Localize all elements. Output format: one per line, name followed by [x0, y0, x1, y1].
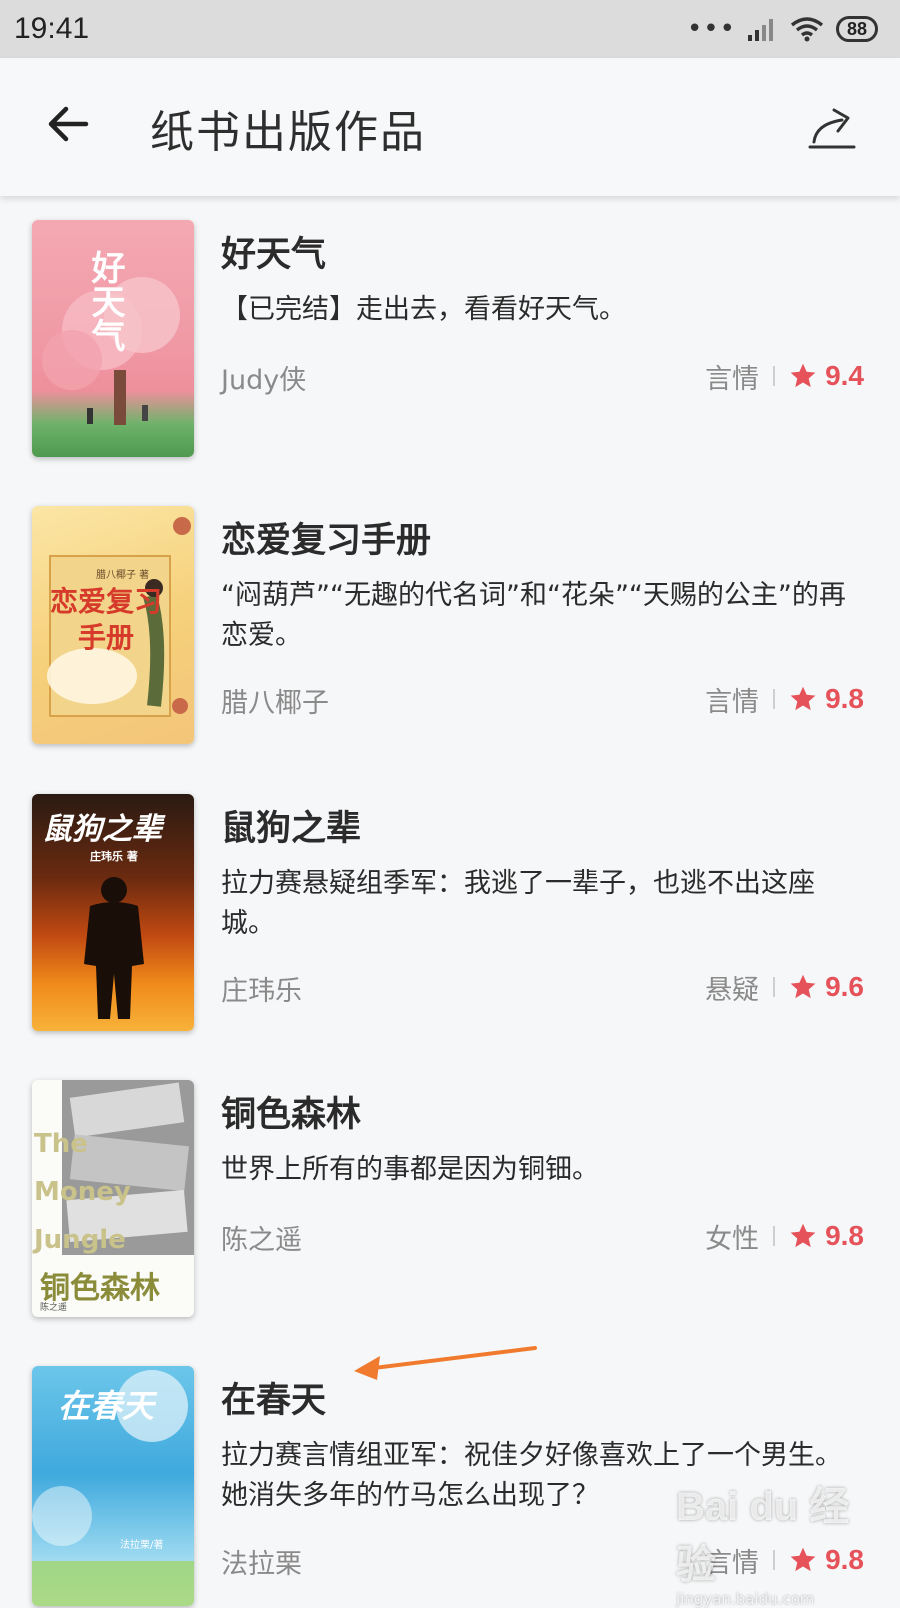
book-author: 腊八椰子 [221, 688, 329, 719]
cover-title: 鼠狗之辈 [42, 812, 162, 847]
book-title: 恋爱复习手册 [221, 521, 432, 561]
book-list-item[interactable]: The Money Jungle 铜色森林 陈之遥 铜色森林 世界上所有的事都是… [0, 1080, 900, 1320]
divider [773, 977, 776, 997]
book-author: 庄玮乐 [221, 976, 302, 1007]
cover-title: 恋爱复习手册 [49, 585, 162, 654]
book-genre: 言情 [705, 686, 760, 718]
cover-title: 在春天 [58, 1387, 155, 1425]
status-bar: 19:41 ••• 88 [0, 0, 900, 58]
book-genre: 言情 [705, 363, 760, 395]
book-list-item[interactable]: 腊八椰子 著 恋爱复习手册 恋爱复习手册 “闷葫芦”“无趣的代名词”和“花朵”“… [0, 506, 900, 746]
book-cover[interactable]: The Money Jungle 铜色森林 陈之遥 [32, 1080, 194, 1317]
book-author: 法拉栗 [221, 1549, 302, 1580]
book-title: 在春天 [221, 1381, 327, 1421]
book-genre: 悬疑 [705, 974, 760, 1006]
book-description: 世界上所有的事都是因为铜钿。 [221, 1154, 599, 1185]
book-author: Judy侠 [221, 365, 307, 396]
book-cover[interactable]: 在春天 法拉栗/著 [32, 1366, 194, 1606]
star-icon [790, 686, 816, 711]
signal-icon [747, 19, 773, 41]
book-rating: 9.4 [825, 360, 864, 391]
app-bar: 纸书出版作品 [0, 58, 900, 196]
book-cover[interactable]: 鼠狗之辈 庄玮乐 著 [32, 794, 194, 1031]
divider [773, 689, 776, 709]
book-title: 鼠狗之辈 [221, 809, 362, 849]
book-list-item[interactable]: 好天气 好天气 【已完结】走出去，看看好天气。 Judy侠 言情 9.4 [0, 220, 900, 460]
book-cover[interactable]: 腊八椰子 著 恋爱复习手册 [32, 506, 194, 744]
watermark: Bai du 经验 jingyan.baidu.com [676, 1474, 886, 1608]
book-rating: 9.8 [825, 1220, 864, 1251]
book-cover[interactable]: 好天气 [32, 220, 194, 457]
book-meta: 悬疑 9.6 [705, 967, 864, 1007]
more-dots-icon: ••• [686, 14, 736, 44]
battery-indicator: 88 [835, 16, 878, 42]
star-icon [790, 363, 816, 388]
status-time: 19:41 [14, 12, 90, 45]
book-meta: 言情 9.4 [705, 356, 864, 396]
book-title: 好天气 [221, 235, 327, 275]
divider [773, 366, 776, 386]
book-title: 铜色森林 [221, 1095, 362, 1135]
divider [773, 1226, 776, 1246]
book-meta: 女性 9.8 [705, 1216, 864, 1256]
star-icon [790, 1223, 816, 1248]
book-author: 陈之遥 [221, 1225, 302, 1256]
cover-author: 陈之遥 [40, 1303, 68, 1313]
annotation-arrow-icon [354, 1346, 537, 1380]
status-icons: ••• 88 [687, 14, 878, 44]
cover-author: 腊八椰子 著 [96, 570, 150, 581]
book-description: 拉力赛悬疑组季军：我逃了一辈子，也逃不出这座城。 [221, 868, 815, 939]
cover-author: 法拉栗/著 [120, 1540, 164, 1551]
cover-english-title: The Money Jungle [34, 1129, 131, 1255]
cover-author: 庄玮乐 著 [90, 850, 138, 863]
book-genre: 女性 [705, 1223, 760, 1255]
book-description: “闷葫芦”“无趣的代名词”和“花朵”“天赐的公主”的再恋爱。 [221, 580, 846, 651]
watermark-brand: Bai du 经验 [676, 1485, 850, 1587]
book-description: 【已完结】走出去，看看好天气。 [221, 294, 626, 325]
star-icon [790, 974, 816, 999]
share-icon[interactable] [808, 102, 856, 150]
book-rating: 9.6 [825, 971, 864, 1002]
wifi-icon [790, 17, 824, 42]
cover-title: 好天气 [85, 250, 125, 352]
page-title: 纸书出版作品 [150, 107, 426, 158]
watermark-url: jingyan.baidu.com [676, 1590, 815, 1608]
book-rating: 9.8 [825, 683, 864, 714]
book-meta: 言情 9.8 [705, 679, 864, 719]
back-arrow-icon[interactable] [44, 100, 92, 148]
book-list-item[interactable]: 鼠狗之辈 庄玮乐 著 鼠狗之辈 拉力赛悬疑组季军：我逃了一辈子，也逃不出这座城。… [0, 794, 900, 1034]
